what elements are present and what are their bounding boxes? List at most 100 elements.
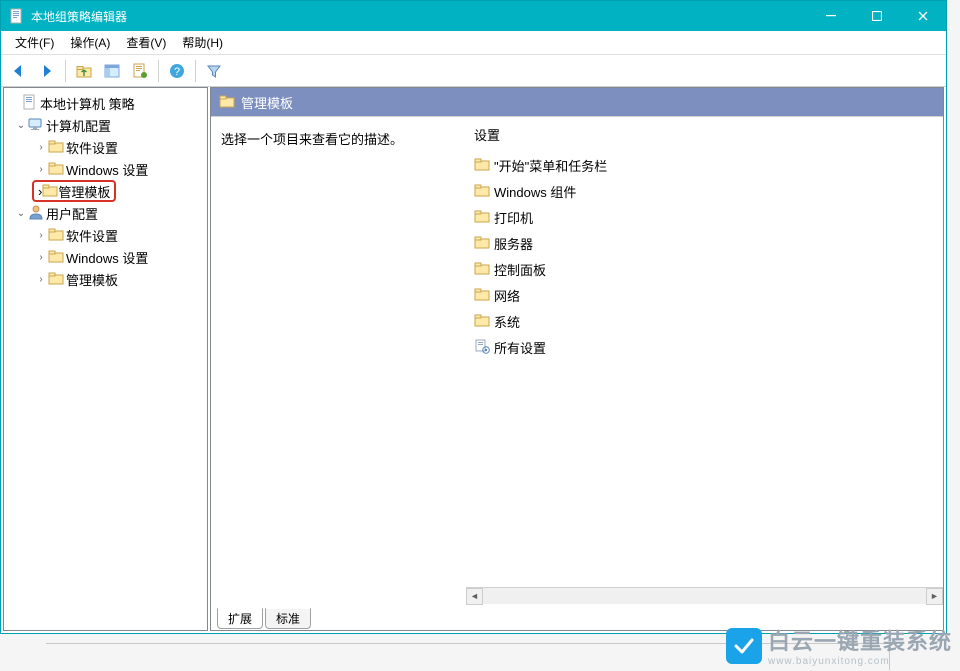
- settings-list: 设置 "开始"菜单和任务栏 Windows 组件打印机服务器控制面板网络系统所有设…: [466, 117, 943, 608]
- folder-icon: [48, 270, 64, 289]
- list-item[interactable]: 系统: [466, 308, 943, 334]
- tree-label: 软件设置: [66, 226, 118, 245]
- svg-text:?: ?: [174, 66, 180, 78]
- tree-admin-templates-highlighted[interactable]: › 管理模板: [6, 180, 205, 202]
- tree-user-admin-templates[interactable]: › 管理模板: [6, 268, 205, 290]
- right-header-title: 管理模板: [241, 93, 293, 112]
- folder-icon: [474, 286, 490, 305]
- tree-label: 用户配置: [46, 204, 98, 223]
- expand-icon[interactable]: ›: [34, 164, 48, 175]
- watermark-text: 白云一键重装系统: [768, 624, 952, 656]
- folder-icon: [48, 248, 64, 267]
- folder-icon: [42, 182, 58, 201]
- titlebar: 本地组策略编辑器: [1, 1, 946, 31]
- list-item[interactable]: 服务器: [466, 230, 943, 256]
- tree-label: Windows 设置: [66, 160, 148, 179]
- right-header-band: 管理模板: [211, 88, 943, 116]
- expand-icon[interactable]: ›: [34, 142, 48, 153]
- menu-view[interactable]: 查看(V): [118, 34, 174, 51]
- menu-help[interactable]: 帮助(H): [174, 34, 231, 51]
- back-button[interactable]: [5, 57, 33, 85]
- tree-root[interactable]: 本地计算机 策略: [6, 92, 205, 114]
- tree-label: 管理模板: [66, 270, 118, 289]
- list-item-label: "开始"菜单和任务栏: [494, 156, 607, 175]
- list-item[interactable]: "开始"菜单和任务栏: [466, 152, 943, 178]
- computer-icon: [28, 116, 44, 135]
- minimize-button[interactable]: [808, 1, 854, 31]
- scroll-left-button[interactable]: ◄: [466, 588, 483, 605]
- tree-windows-settings[interactable]: › Windows 设置: [6, 158, 205, 180]
- toolbar-separator: [195, 60, 196, 82]
- list-item[interactable]: 网络: [466, 282, 943, 308]
- list-item-label: 打印机: [494, 208, 533, 227]
- window-title: 本地组策略编辑器: [31, 8, 808, 25]
- tree-label: 管理模板: [58, 182, 110, 201]
- tree-label: Windows 设置: [66, 248, 148, 267]
- collapse-icon[interactable]: ⌄: [14, 120, 28, 131]
- list-item-label: 系统: [494, 312, 520, 331]
- tab-standard[interactable]: 标准: [265, 608, 311, 629]
- list-item-label: Windows 组件: [494, 182, 576, 201]
- tree-computer-config[interactable]: ⌄ 计算机配置: [6, 114, 205, 136]
- folder-icon: [474, 312, 490, 331]
- tree-label: 计算机配置: [46, 116, 111, 135]
- folder-icon: [474, 208, 490, 227]
- list-item[interactable]: 打印机: [466, 204, 943, 230]
- folder-icon: [474, 182, 490, 201]
- settings-column-header[interactable]: 设置: [466, 121, 943, 152]
- expand-icon[interactable]: ›: [34, 230, 48, 241]
- folder-icon: [474, 156, 490, 175]
- expand-icon[interactable]: ›: [34, 274, 48, 285]
- horizontal-scrollbar[interactable]: ◄ ►: [466, 587, 943, 604]
- tree-user-windows-settings[interactable]: › Windows 设置: [6, 246, 205, 268]
- collapse-icon[interactable]: ⌄: [14, 208, 28, 219]
- folder-icon: [474, 234, 490, 253]
- scroll-right-button[interactable]: ►: [926, 588, 943, 605]
- gpedit-window: 本地组策略编辑器 文件(F) 操作(A) 查看(V) 帮助(H) ? 本地计算机…: [0, 0, 947, 634]
- list-item-label: 服务器: [494, 234, 533, 253]
- menu-file[interactable]: 文件(F): [7, 34, 62, 51]
- list-item-label: 网络: [494, 286, 520, 305]
- list-item[interactable]: Windows 组件: [466, 178, 943, 204]
- menu-action[interactable]: 操作(A): [62, 34, 118, 51]
- tab-extended[interactable]: 扩展: [217, 608, 263, 629]
- properties-button[interactable]: [126, 57, 154, 85]
- watermark-url: www.baiyunxitong.com: [768, 656, 952, 667]
- tree-user-config[interactable]: ⌄ 用户配置: [6, 202, 205, 224]
- toolbar-separator: [65, 60, 66, 82]
- tree-label: 软件设置: [66, 138, 118, 157]
- tree-software-settings[interactable]: › 软件设置: [6, 136, 205, 158]
- show-hide-tree-button[interactable]: [98, 57, 126, 85]
- list-item-label: 所有设置: [494, 338, 546, 357]
- watermark: 白云一键重装系统 www.baiyunxitong.com: [726, 624, 952, 667]
- policy-doc-icon: [22, 94, 38, 113]
- content-area: 本地计算机 策略 ⌄ 计算机配置 › 软件设置 › Windows 设置 ›: [1, 87, 946, 633]
- details-area: 选择一个项目来查看它的描述。 设置 "开始"菜单和任务栏 Windows 组件打印…: [211, 116, 943, 630]
- settings-icon: [474, 338, 490, 357]
- folder-icon: [219, 93, 235, 112]
- toolbar-separator: [158, 60, 159, 82]
- watermark-logo-icon: [726, 628, 762, 664]
- list-item[interactable]: 所有设置: [466, 334, 943, 360]
- description-column: 选择一个项目来查看它的描述。: [211, 117, 466, 608]
- folder-icon: [474, 260, 490, 279]
- close-button[interactable]: [900, 1, 946, 31]
- toolbar: ?: [1, 55, 946, 87]
- maximize-button[interactable]: [854, 1, 900, 31]
- expand-icon[interactable]: ›: [34, 252, 48, 263]
- filter-button[interactable]: [200, 57, 228, 85]
- user-icon: [28, 204, 44, 223]
- right-pane: 管理模板 选择一个项目来查看它的描述。 设置 "开始"菜单和任务栏 Windows…: [210, 87, 944, 631]
- menubar: 文件(F) 操作(A) 查看(V) 帮助(H): [1, 31, 946, 55]
- tree-label: 本地计算机 策略: [40, 94, 135, 113]
- tree-pane[interactable]: 本地计算机 策略 ⌄ 计算机配置 › 软件设置 › Windows 设置 ›: [3, 87, 208, 631]
- app-icon: [9, 8, 25, 24]
- forward-button[interactable]: [33, 57, 61, 85]
- folder-icon: [48, 138, 64, 157]
- help-button[interactable]: ?: [163, 57, 191, 85]
- up-level-button[interactable]: [70, 57, 98, 85]
- folder-icon: [48, 226, 64, 245]
- tree-user-software-settings[interactable]: › 软件设置: [6, 224, 205, 246]
- list-item[interactable]: 控制面板: [466, 256, 943, 282]
- folder-icon: [48, 160, 64, 179]
